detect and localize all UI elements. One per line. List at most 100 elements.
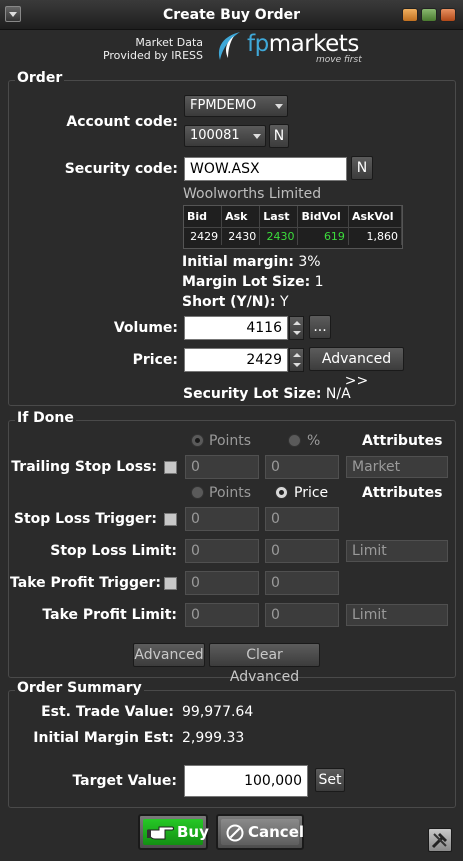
take-profit-trigger-label: Take Profit Trigger: — [10, 575, 161, 591]
stop-limit-price-field[interactable]: 0 — [265, 539, 339, 563]
stop-loss-trigger-checkbox[interactable] — [164, 513, 177, 526]
stop-points-label: Points — [209, 485, 252, 501]
quote-askvol: 1,860 — [348, 226, 403, 245]
tools-icon — [431, 833, 447, 849]
order-advanced-button[interactable]: Advanced >> — [309, 347, 404, 389]
maximize-icon[interactable] — [421, 8, 437, 22]
margin-lot-info: Margin Lot Size: 1 — [182, 274, 324, 290]
cancel-label: Cancel — [248, 823, 305, 841]
stepper-up-icon — [293, 321, 301, 325]
trailing-stop-label: Trailing Stop Loss: — [11, 459, 157, 475]
target-value-input[interactable]: 100,000 — [184, 765, 308, 797]
price-stepper[interactable] — [289, 348, 304, 372]
subaccount-select[interactable]: 100081 — [184, 125, 266, 147]
tp-limit-price-field[interactable]: 0 — [265, 603, 339, 627]
logo-prefix: fp — [247, 31, 269, 57]
tp-limit-attribute-select[interactable]: Limit — [346, 604, 448, 626]
if-done-advanced-button[interactable]: Advanced — [133, 643, 205, 667]
trade-value-label: Est. Trade Value: — [41, 704, 174, 720]
chevron-down-icon — [253, 134, 261, 139]
margin-lot-value: 1 — [314, 274, 324, 290]
trailing-points-radio[interactable] — [191, 434, 204, 447]
quote-header-row: Bid Ask Last BidVol AskVol — [184, 206, 403, 227]
order-group-title: Order — [15, 70, 65, 86]
quote-bidvol: 619 — [297, 226, 349, 245]
stop-price-radio[interactable] — [275, 486, 288, 499]
quote-header-bid: Bid — [184, 206, 223, 227]
volume-input[interactable]: 4116 — [184, 316, 288, 340]
quote-ask: 2430 — [221, 226, 261, 245]
margin-lot-label: Margin Lot Size: — [182, 274, 311, 290]
trailing-percent-radio[interactable] — [288, 434, 301, 447]
attributes-header-2: Attributes — [362, 485, 443, 501]
quote-table: Bid Ask Last BidVol AskVol 2429 2430 243… — [183, 205, 403, 249]
quote-last: 2430 — [259, 226, 299, 245]
buy-label: Buy — [177, 823, 209, 841]
account-code-select[interactable]: FPMDEMO — [184, 95, 288, 117]
minimize-icon[interactable] — [402, 8, 418, 22]
initial-margin-label: Initial margin: — [182, 254, 294, 270]
trailing-points-label: Points — [209, 433, 252, 449]
attributes-header-1: Attributes — [362, 433, 443, 449]
security-n-button[interactable]: N — [351, 156, 373, 180]
short-info: Short (Y/N): Y — [182, 294, 289, 310]
stop-points-radio[interactable] — [191, 486, 204, 499]
if-done-group-title: If Done — [15, 410, 76, 426]
fpmarkets-logo-icon — [218, 32, 240, 60]
price-input[interactable]: 2429 — [184, 348, 288, 372]
set-button[interactable]: Set — [315, 768, 345, 792]
buy-button[interactable]: Buy — [138, 814, 209, 850]
quote-header-last: Last — [259, 206, 299, 227]
margin-est-value: 2,999.33 — [182, 730, 245, 746]
stop-limit-points-field[interactable]: 0 — [185, 539, 259, 563]
iress-credit-line: Provided by IRESS — [102, 49, 203, 62]
stop-trigger-points-field[interactable]: 0 — [185, 507, 259, 531]
subaccount-value: 100081 — [190, 128, 240, 143]
trailing-percent-field[interactable]: 0 — [265, 455, 339, 479]
cancel-button-face: Cancel — [221, 819, 304, 845]
quote-bid: 2429 — [184, 226, 223, 245]
target-value-label: Target Value: — [72, 773, 177, 789]
short-value: Y — [279, 294, 289, 310]
logo-tagline: move first — [316, 55, 362, 65]
stepper-down-icon — [293, 331, 301, 335]
stepper-up-icon — [293, 353, 301, 357]
quote-header-askvol: AskVol — [348, 206, 403, 227]
cancel-circle-icon — [226, 824, 244, 842]
trailing-percent-label: % — [307, 433, 321, 449]
take-profit-trigger-checkbox[interactable] — [164, 577, 177, 590]
stop-loss-trigger-label: Stop Loss Trigger: — [13, 511, 157, 527]
fpmarkets-logo-text: fpmarkets — [247, 31, 359, 57]
stop-limit-attribute-select[interactable]: Limit — [346, 540, 448, 562]
title-bar: Create Buy Order — [0, 0, 463, 30]
take-profit-limit-label: Take Profit Limit: — [42, 607, 177, 623]
volume-stepper[interactable] — [289, 316, 304, 340]
volume-ellipsis-button[interactable]: ... — [309, 315, 331, 339]
market-data-credit: Market Data Provided by IRESS — [103, 36, 203, 62]
clear-advanced-button[interactable]: Clear Advanced — [209, 643, 320, 685]
security-name: Woolworths Limited — [183, 186, 322, 202]
cancel-button[interactable]: Cancel — [216, 814, 304, 850]
stop-loss-limit-label: Stop Loss Limit: — [50, 543, 177, 559]
trailing-attribute-select[interactable]: Market — [346, 456, 448, 478]
trailing-points-field[interactable]: 0 — [185, 455, 259, 479]
account-n-button[interactable]: N — [269, 124, 289, 148]
stepper-down-icon — [293, 363, 301, 367]
tp-trigger-price-field[interactable]: 0 — [265, 571, 339, 595]
tools-button[interactable] — [428, 828, 452, 852]
chevron-down-icon — [275, 104, 283, 109]
security-code-input[interactable]: WOW.ASX — [184, 157, 347, 181]
security-lot-info: Security Lot Size: N/A — [183, 386, 351, 402]
short-label: Short (Y/N): — [182, 294, 276, 310]
initial-margin-value: 3% — [298, 254, 321, 270]
buy-button-face: Buy — [143, 819, 209, 845]
tp-limit-points-field[interactable]: 0 — [185, 603, 259, 627]
trailing-stop-checkbox[interactable] — [164, 461, 177, 474]
trade-value: 99,977.64 — [182, 704, 254, 720]
price-label: Price: — [132, 352, 178, 368]
close-icon[interactable] — [440, 8, 456, 22]
stop-price-label: Price — [294, 485, 329, 501]
stop-trigger-price-field[interactable]: 0 — [265, 507, 339, 531]
account-code-label: Account code: — [66, 114, 178, 130]
tp-trigger-points-field[interactable]: 0 — [185, 571, 259, 595]
